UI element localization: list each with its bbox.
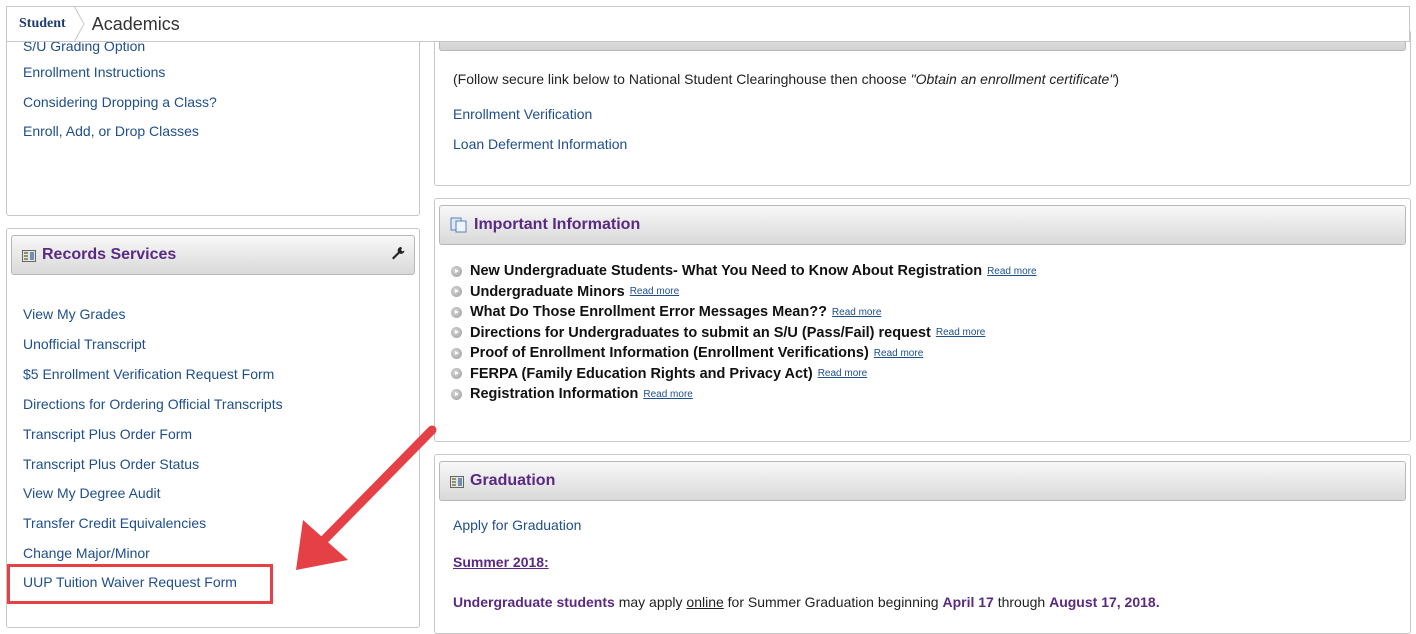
item-title: Proof of Enrollment Information (Enrollm… (470, 345, 869, 362)
list-item: New Undergraduate Students- What You Nee… (451, 261, 1037, 282)
read-more-link[interactable]: Read more (630, 286, 679, 297)
read-more-link[interactable]: Read more (936, 327, 985, 338)
clearinghouse-note: (Follow secure link below to National St… (453, 71, 1119, 87)
list-item: What Do Those Enrollment Error Messages … (451, 302, 1037, 323)
breadcrumb-current: Academics (91, 13, 180, 34)
records-services-header: Records Services (11, 235, 415, 275)
graduation-panel: Graduation Apply for Graduation Summer 2… (434, 454, 1411, 634)
records-services-title: Records Services (42, 246, 177, 263)
bullet-arrow-icon (451, 327, 462, 339)
graduation-title: Graduation (470, 472, 556, 489)
read-more-link[interactable]: Read more (987, 266, 1036, 277)
panel-icon (450, 475, 464, 488)
bullet-arrow-icon (451, 347, 462, 359)
item-title: Directions for Undergraduates to submit … (470, 324, 931, 341)
read-more-link[interactable]: Read more (874, 348, 923, 359)
read-more-link[interactable]: Read more (832, 307, 881, 318)
highlight-box (7, 564, 273, 604)
breadcrumb-student-link[interactable]: Student (7, 7, 76, 41)
note-suffix: ) (1114, 71, 1119, 87)
considering-dropping-link[interactable]: Considering Dropping a Class? (23, 94, 217, 110)
bullet-arrow-icon (451, 286, 462, 298)
read-more-link[interactable]: Read more (643, 389, 692, 400)
list-item: Proof of Enrollment Information (Enrollm… (451, 343, 1037, 364)
breadcrumb: Student Academics (6, 6, 1410, 42)
note-prefix: (Follow secure link below to National St… (453, 71, 911, 87)
enrollment-verification-form-link[interactable]: $5 Enrollment Verification Request Form (23, 366, 274, 382)
transcript-plus-order-status-link[interactable]: Transcript Plus Order Status (23, 456, 199, 472)
bullet-arrow-icon (451, 388, 462, 400)
summer-term-heading: Summer 2018: (453, 554, 549, 570)
read-more-link[interactable]: Read more (818, 368, 867, 379)
item-title: What Do Those Enrollment Error Messages … (470, 304, 827, 321)
graduation-header: Graduation (439, 461, 1406, 501)
change-major-minor-link[interactable]: Change Major/Minor (23, 545, 150, 561)
important-information-header: Important Information (439, 205, 1406, 245)
important-information-panel: Important Information New Undergraduate … (434, 198, 1411, 442)
unofficial-transcript-link[interactable]: Unofficial Transcript (23, 336, 146, 352)
item-title: Registration Information (470, 386, 639, 403)
list-item: FERPA (Family Education Rights and Priva… (451, 364, 1037, 385)
item-title: New Undergraduate Students- What You Nee… (470, 263, 983, 280)
enrollment-panel: S/U Grading Option Enrollment Instructio… (6, 30, 420, 216)
bullet-arrow-icon (451, 368, 462, 380)
apply-for-graduation-link[interactable]: Apply for Graduation (453, 517, 581, 533)
enrollment-verification-link[interactable]: Enrollment Verification (453, 106, 592, 122)
view-my-grades-link[interactable]: View My Grades (23, 306, 125, 322)
documents-icon (450, 217, 468, 233)
item-title: Undergraduate Minors (470, 283, 625, 300)
note-italic: "Obtain an enrollment certificate" (910, 71, 1115, 87)
enrollment-instructions-link[interactable]: Enrollment Instructions (23, 64, 165, 80)
transfer-credit-link[interactable]: Transfer Credit Equivalencies (23, 515, 206, 531)
enroll-add-drop-link[interactable]: Enroll, Add, or Drop Classes (23, 123, 199, 139)
wrench-icon[interactable] (391, 246, 405, 260)
list-item: Undergraduate Minors Read more (451, 282, 1037, 303)
view-degree-audit-link[interactable]: View My Degree Audit (23, 485, 160, 501)
breadcrumb-separator-icon (73, 6, 86, 42)
enrollment-verification-panel: (Follow secure link below to National St… (434, 30, 1411, 186)
important-information-title: Important Information (474, 216, 641, 233)
list-item: Registration Information Read more (451, 384, 1037, 405)
bullet-arrow-icon (451, 306, 462, 318)
loan-deferment-link[interactable]: Loan Deferment Information (453, 136, 627, 152)
panel-icon (22, 249, 36, 262)
important-information-list: New Undergraduate Students- What You Nee… (451, 261, 1037, 405)
transcript-plus-order-form-link[interactable]: Transcript Plus Order Form (23, 426, 192, 442)
ordering-transcripts-link[interactable]: Directions for Ordering Official Transcr… (23, 396, 283, 412)
list-item: Directions for Undergraduates to submit … (451, 323, 1037, 344)
bullet-arrow-icon (451, 265, 462, 277)
item-title: FERPA (Family Education Rights and Priva… (470, 365, 813, 382)
